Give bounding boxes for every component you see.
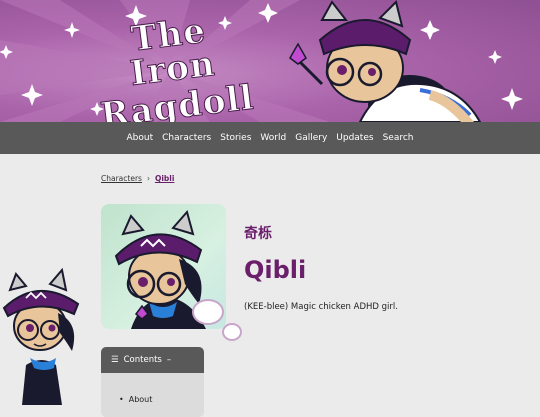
toc-item-about[interactable]: • About bbox=[119, 395, 152, 404]
nav-item-characters[interactable]: Characters bbox=[162, 133, 211, 143]
nav-item-world[interactable]: World bbox=[260, 133, 286, 143]
nav-item-about[interactable]: About bbox=[127, 133, 154, 143]
toc-toggle-icon[interactable]: – bbox=[167, 355, 171, 365]
site-logo-title[interactable]: The Iron Ragdoll bbox=[82, 8, 264, 122]
site-banner: The Iron Ragdoll bbox=[0, 0, 540, 122]
breadcrumb-current[interactable]: Qibli bbox=[155, 174, 174, 183]
toc-title: Contents bbox=[123, 355, 162, 365]
bullet-icon: • bbox=[119, 395, 124, 404]
nav-item-search[interactable]: Search bbox=[383, 133, 414, 143]
toc-header[interactable]: ☰ Contents – bbox=[101, 347, 204, 373]
mascot-figure bbox=[289, 0, 482, 122]
list-icon: ☰ bbox=[111, 355, 119, 365]
breadcrumb: Characters › Qibli bbox=[101, 174, 174, 183]
character-tagline: (KEE-blee) Magic chicken ADHD girl. bbox=[244, 302, 398, 312]
breadcrumb-separator-icon: › bbox=[146, 174, 150, 183]
character-native-name: 奇栎 bbox=[244, 226, 272, 242]
toc-item-label: About bbox=[128, 395, 153, 404]
nav-item-stories[interactable]: Stories bbox=[220, 133, 251, 143]
nav-item-updates[interactable]: Updates bbox=[336, 133, 373, 143]
page-title: Qibli bbox=[244, 256, 307, 284]
sidekick-mascot bbox=[2, 268, 80, 405]
banner-art bbox=[0, 0, 523, 122]
breadcrumb-parent-link[interactable]: Characters bbox=[101, 174, 142, 183]
nav-item-gallery[interactable]: Gallery bbox=[295, 133, 327, 143]
thought-bubbles bbox=[192, 299, 242, 341]
main-nav: About Characters Stories World Gallery U… bbox=[0, 122, 540, 154]
table-of-contents: ☰ Contents – • About bbox=[101, 347, 204, 417]
